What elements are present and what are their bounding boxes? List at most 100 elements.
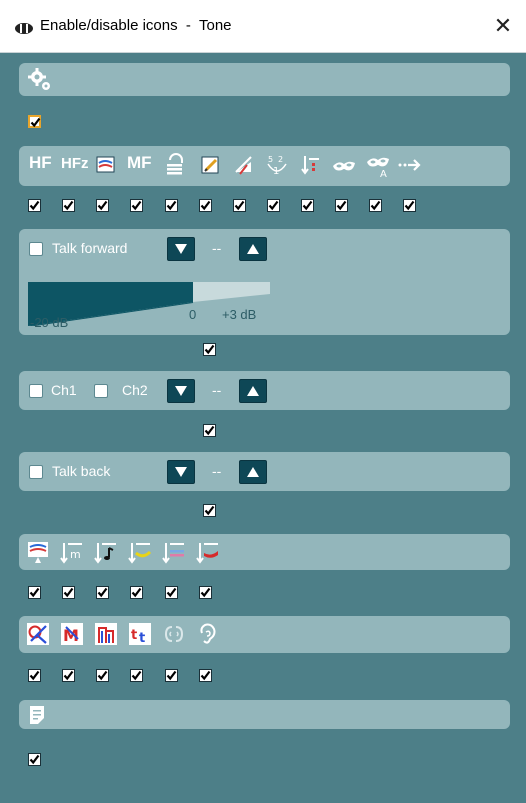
more-arrow-checkbox[interactable] — [403, 199, 416, 212]
talk-forward-label: Talk forward — [52, 240, 128, 256]
binaural-ear-icon — [161, 621, 187, 647]
red-stimulus-checkbox[interactable] — [199, 586, 212, 599]
notes-icon — [25, 702, 51, 728]
talk-forward-checkbox[interactable] — [203, 343, 216, 356]
headset-icon — [14, 20, 34, 34]
talk-back-panel: Talk back -- — [19, 452, 510, 491]
hfz-checkbox[interactable] — [62, 199, 75, 212]
blue-stimulus-checkbox[interactable] — [165, 586, 178, 599]
masked-bone-checkbox[interactable] — [96, 669, 109, 682]
transducers-panel: M tt — [19, 616, 510, 653]
multi-frequency-checkbox[interactable] — [267, 199, 280, 212]
talk-forward-value: -- — [212, 240, 222, 256]
m-stimulus-icon: m — [59, 539, 85, 565]
notes-panel — [19, 700, 510, 729]
mf-icon: MF — [127, 153, 152, 172]
mask-auto-icon: A — [365, 152, 391, 178]
close-button[interactable]: ✕ — [488, 12, 518, 42]
svg-text:t: t — [131, 628, 137, 643]
multi-frequency-icon: 521 — [264, 152, 290, 178]
talk-forward-panel: Talk forward -- -20 dB 0 +3 dB — [19, 229, 510, 335]
monitor-stimulus-icon — [25, 539, 51, 565]
mask-icon — [331, 152, 357, 178]
arrow-up-icon — [247, 244, 259, 254]
talk-back-toggle[interactable] — [29, 465, 43, 479]
more-arrow-icon — [397, 152, 423, 178]
auto-mark-icon — [231, 152, 257, 178]
blue-stimulus-icon — [161, 539, 187, 565]
channels-decrease-button[interactable] — [167, 379, 195, 403]
masking-mode-icon — [93, 152, 119, 178]
arrow-down-icon — [175, 467, 187, 477]
talk-forward-toggle[interactable] — [29, 242, 43, 256]
note-stimulus-checkbox[interactable] — [96, 586, 109, 599]
channels-panel: Ch1 Ch2 -- — [19, 371, 510, 410]
mask-checkbox[interactable] — [335, 199, 348, 212]
notes-checkbox[interactable] — [28, 753, 41, 766]
mf-checkbox[interactable] — [130, 199, 143, 212]
svg-text:2: 2 — [278, 155, 283, 164]
window-title: Enable/disable icons - Tone — [40, 17, 232, 34]
mask-auto-checkbox[interactable] — [369, 199, 382, 212]
tt-checkbox[interactable] — [130, 669, 143, 682]
yellow-stimulus-checkbox[interactable] — [130, 586, 143, 599]
talk-back-checkbox[interactable] — [203, 504, 216, 517]
toolbar-icons-panel: HF HFz MF 521 A — [19, 146, 510, 186]
hf-checkbox[interactable] — [28, 199, 41, 212]
notes-edit-icon — [197, 152, 223, 178]
marker-select-icon — [298, 152, 324, 178]
m-stimulus-checkbox[interactable] — [62, 586, 75, 599]
talk-back-decrease-button[interactable] — [167, 460, 195, 484]
red-stimulus-icon — [195, 539, 221, 565]
stimulus-panel: m — [19, 534, 510, 570]
ch2-label: Ch2 — [122, 382, 148, 398]
hfz-icon: HFz — [61, 155, 89, 172]
auto-mark-checkbox[interactable] — [233, 199, 246, 212]
notes-edit-checkbox[interactable] — [199, 199, 212, 212]
slider-mid-label: 0 — [189, 307, 197, 322]
talk-forward-increase-button[interactable] — [239, 237, 267, 261]
monitor-stimulus-checkbox[interactable] — [28, 586, 41, 599]
slider-min-label: -20 dB — [30, 315, 69, 330]
stimulus-stack-icon — [162, 152, 188, 178]
settings-gears-icon — [27, 67, 53, 93]
svg-text:5: 5 — [268, 155, 273, 164]
svg-text:M: M — [63, 626, 79, 645]
ch2-checkbox[interactable] — [94, 384, 108, 398]
hf-icon: HF — [29, 153, 52, 172]
yellow-stimulus-icon — [127, 539, 153, 565]
talk-back-label: Talk back — [52, 463, 111, 479]
talk-back-increase-button[interactable] — [239, 460, 267, 484]
binaural-ear-checkbox[interactable] — [165, 669, 178, 682]
slider-max-label: +3 dB — [222, 307, 257, 322]
svg-text:m: m — [70, 548, 81, 561]
arrow-up-icon — [247, 467, 259, 477]
talk-back-value: -- — [212, 463, 222, 479]
ch1-checkbox[interactable] — [29, 384, 43, 398]
ear-icon — [195, 621, 221, 647]
arrow-up-icon — [247, 386, 259, 396]
channels-enable-checkbox[interactable] — [203, 424, 216, 437]
title-bar: Enable/disable icons - Tone ✕ — [0, 0, 526, 53]
masked-m-icon: M — [59, 621, 85, 647]
arrow-down-icon — [175, 386, 187, 396]
note-stimulus-icon — [93, 539, 119, 565]
no-response-checkbox[interactable] — [28, 669, 41, 682]
tt-icon: tt — [127, 621, 153, 647]
dialog-content: HF HFz MF 521 A Talk forward -- -20 dB 0… — [0, 53, 526, 803]
svg-text:A: A — [380, 169, 387, 178]
masked-bone-icon — [93, 621, 119, 647]
channels-value: -- — [212, 382, 222, 398]
ear-checkbox[interactable] — [199, 669, 212, 682]
marker-select-checkbox[interactable] — [301, 199, 314, 212]
settings-checkbox[interactable] — [28, 115, 41, 128]
masking-mode-checkbox[interactable] — [96, 199, 109, 212]
stimulus-stack-checkbox[interactable] — [165, 199, 178, 212]
channels-increase-button[interactable] — [239, 379, 267, 403]
svg-text:t: t — [139, 631, 145, 646]
talk-forward-decrease-button[interactable] — [167, 237, 195, 261]
ch1-label: Ch1 — [51, 382, 77, 398]
masked-m-checkbox[interactable] — [62, 669, 75, 682]
settings-panel — [19, 63, 510, 96]
no-response-icon — [25, 621, 51, 647]
